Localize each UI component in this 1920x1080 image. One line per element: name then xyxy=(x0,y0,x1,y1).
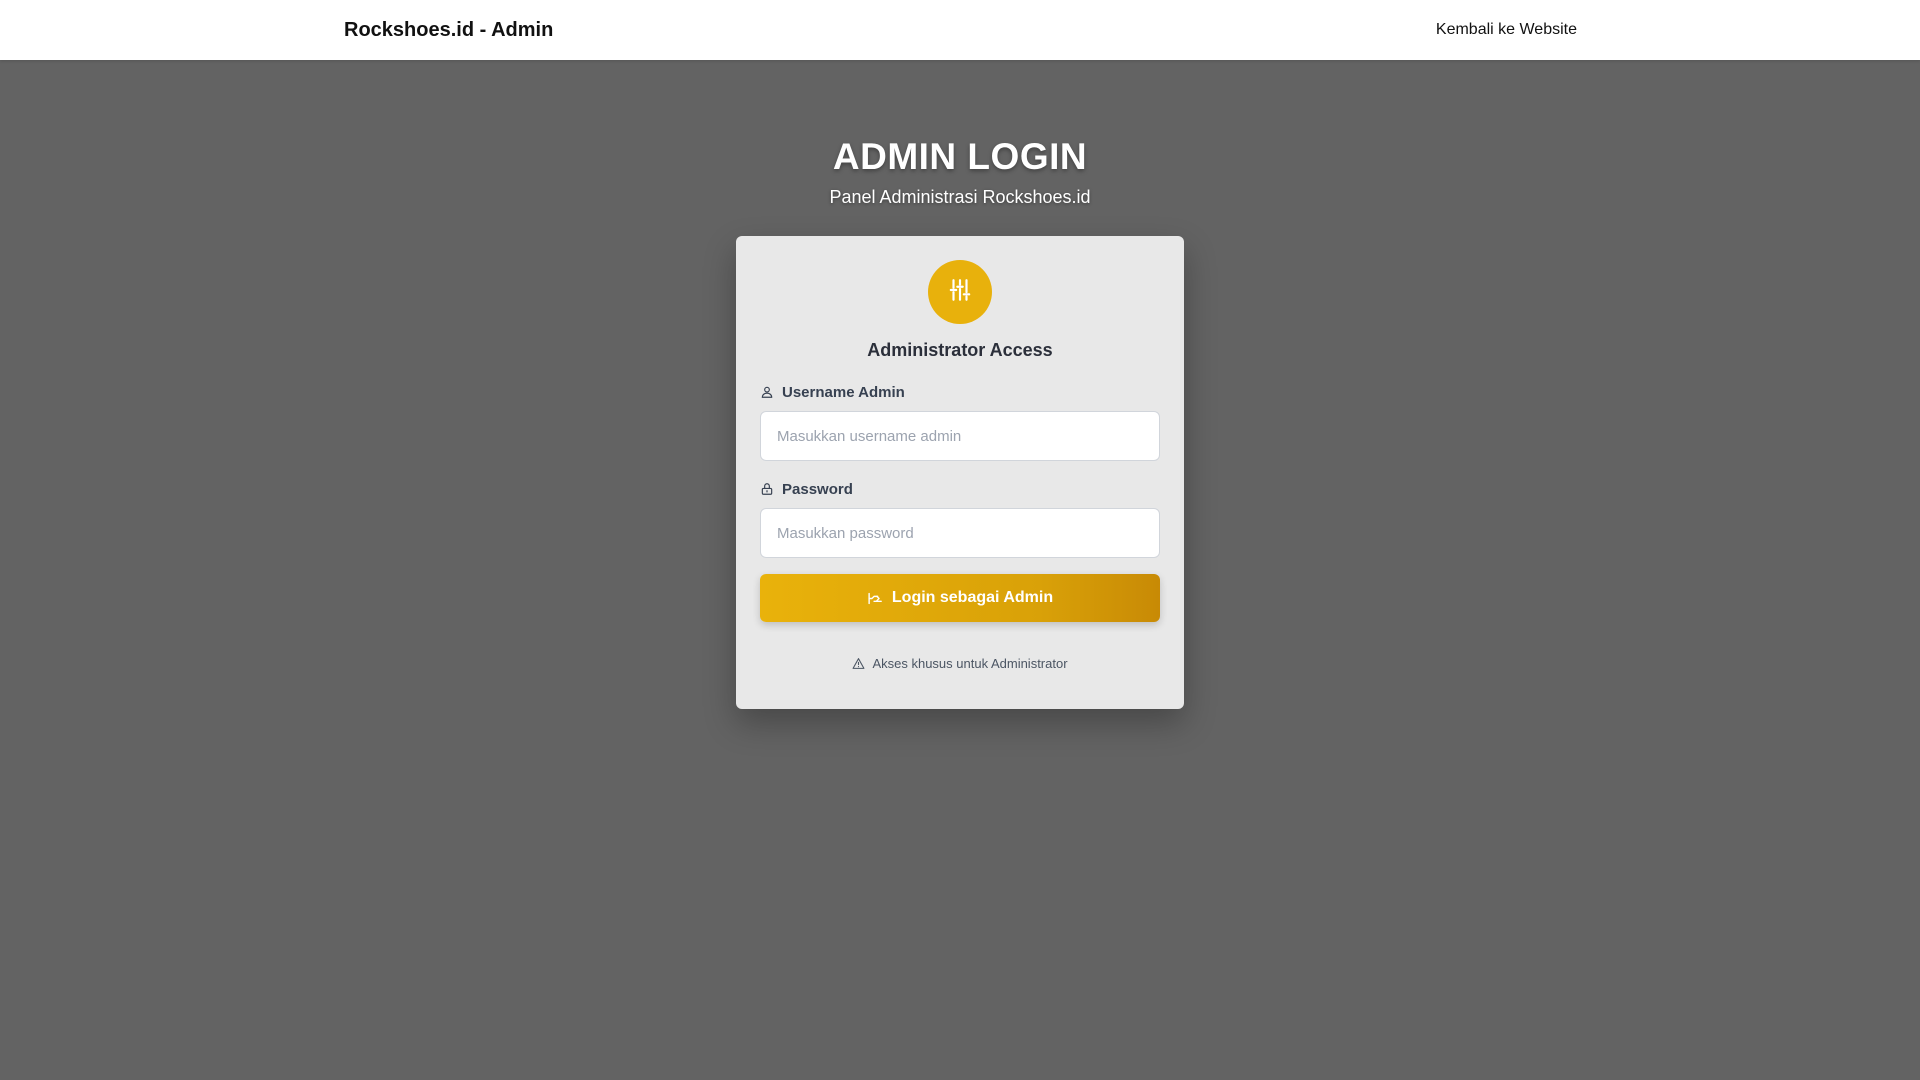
back-to-website-link[interactable]: Kembali ke Website xyxy=(1436,0,1577,60)
brand-title: Rockshoes.id - Admin xyxy=(344,19,554,41)
login-button-label: Login sebagai Admin xyxy=(891,589,1054,606)
login-card: Administrator Access Username Admin Pass… xyxy=(736,236,1184,709)
sign-in-icon xyxy=(867,590,884,607)
password-input[interactable] xyxy=(760,508,1160,558)
hero-section: ADMIN LOGIN Panel Administrasi Rockshoes… xyxy=(0,131,1920,209)
password-label: Password xyxy=(760,479,1160,499)
warning-triangle-icon xyxy=(852,657,865,670)
page-title: ADMIN LOGIN xyxy=(832,136,1088,177)
username-input[interactable] xyxy=(760,411,1160,461)
lock-icon xyxy=(760,482,774,496)
admin-badge xyxy=(928,260,992,324)
user-icon xyxy=(760,385,774,399)
admin-only-note-text: Akses khusus untuk Administrator xyxy=(872,656,1068,671)
page-subtitle: Panel Administrasi Rockshoes.id xyxy=(829,187,1091,207)
username-label-text: Username Admin xyxy=(782,383,905,401)
username-label: Username Admin xyxy=(760,382,1160,402)
admin-only-note: Akses khusus untuk Administrator xyxy=(760,656,1160,671)
password-label-text: Password xyxy=(782,480,853,498)
card-title: Administrator Access xyxy=(867,340,1053,360)
top-navbar: Rockshoes.id - Admin Kembali ke Website xyxy=(0,0,1920,60)
sliders-icon xyxy=(947,277,973,308)
login-button[interactable]: Login sebagai Admin xyxy=(760,574,1160,622)
